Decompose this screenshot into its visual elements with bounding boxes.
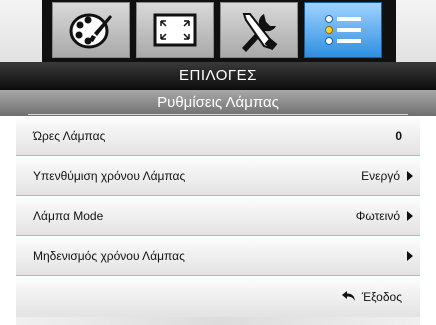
tab-image[interactable] bbox=[52, 2, 130, 58]
palette-icon bbox=[68, 9, 114, 51]
tab-display[interactable] bbox=[136, 2, 214, 58]
return-arrow-icon bbox=[341, 290, 356, 304]
exit-label: Έξοδος bbox=[361, 289, 402, 304]
menu-title: ΕΠΙΛΟΓΕΣ bbox=[0, 62, 436, 90]
row-lamp-reset[interactable]: Μηδενισμός χρόνου Λάμπας bbox=[16, 236, 420, 276]
submenu-title: Ρυθμίσεις Λάμπας bbox=[0, 90, 436, 116]
tab-options[interactable] bbox=[304, 2, 382, 58]
submenu-title-text: Ρυθμίσεις Λάμπας bbox=[157, 94, 279, 111]
display-aspect-icon bbox=[152, 11, 198, 49]
chevron-right-icon bbox=[407, 210, 413, 221]
row-value: 0 bbox=[395, 128, 402, 143]
row-value: Φωτεινό bbox=[355, 208, 400, 223]
chevron-right-icon bbox=[407, 170, 413, 181]
row-lamp-reminder[interactable]: Υπενθύμιση χρόνου Λάμπας Ενεργό bbox=[16, 156, 420, 196]
row-label: Υπενθύμιση χρόνου Λάμπας bbox=[33, 168, 186, 183]
exit-button[interactable]: Έξοδος bbox=[341, 289, 402, 304]
row-lamp-mode[interactable]: Λάμπα Mode Φωτεινό bbox=[16, 196, 420, 236]
submenu-underline bbox=[28, 114, 408, 115]
row-lamp-hours[interactable]: Ώρες Λάμπας 0 bbox=[16, 116, 420, 156]
row-exit[interactable]: Έξοδος bbox=[16, 276, 420, 317]
row-value: Ενεργό bbox=[361, 168, 400, 183]
row-label: Μηδενισμός χρόνου Λάμπας bbox=[33, 248, 185, 263]
osd-menu: ΕΠΙΛΟΓΕΣ Ρυθμίσεις Λάμπας Ώρες Λάμπας 0 … bbox=[0, 0, 436, 325]
row-label: Ώρες Λάμπας bbox=[33, 128, 106, 143]
menu-list: Ώρες Λάμπας 0 Υπενθύμιση χρόνου Λάμπας Ε… bbox=[16, 116, 420, 325]
tools-icon bbox=[236, 8, 282, 52]
row-label: Λάμπα Mode bbox=[33, 208, 104, 223]
options-list-icon bbox=[320, 10, 366, 50]
tab-settings[interactable] bbox=[220, 2, 298, 58]
chevron-right-icon bbox=[407, 250, 413, 261]
menu-tab-bar bbox=[0, 0, 436, 62]
